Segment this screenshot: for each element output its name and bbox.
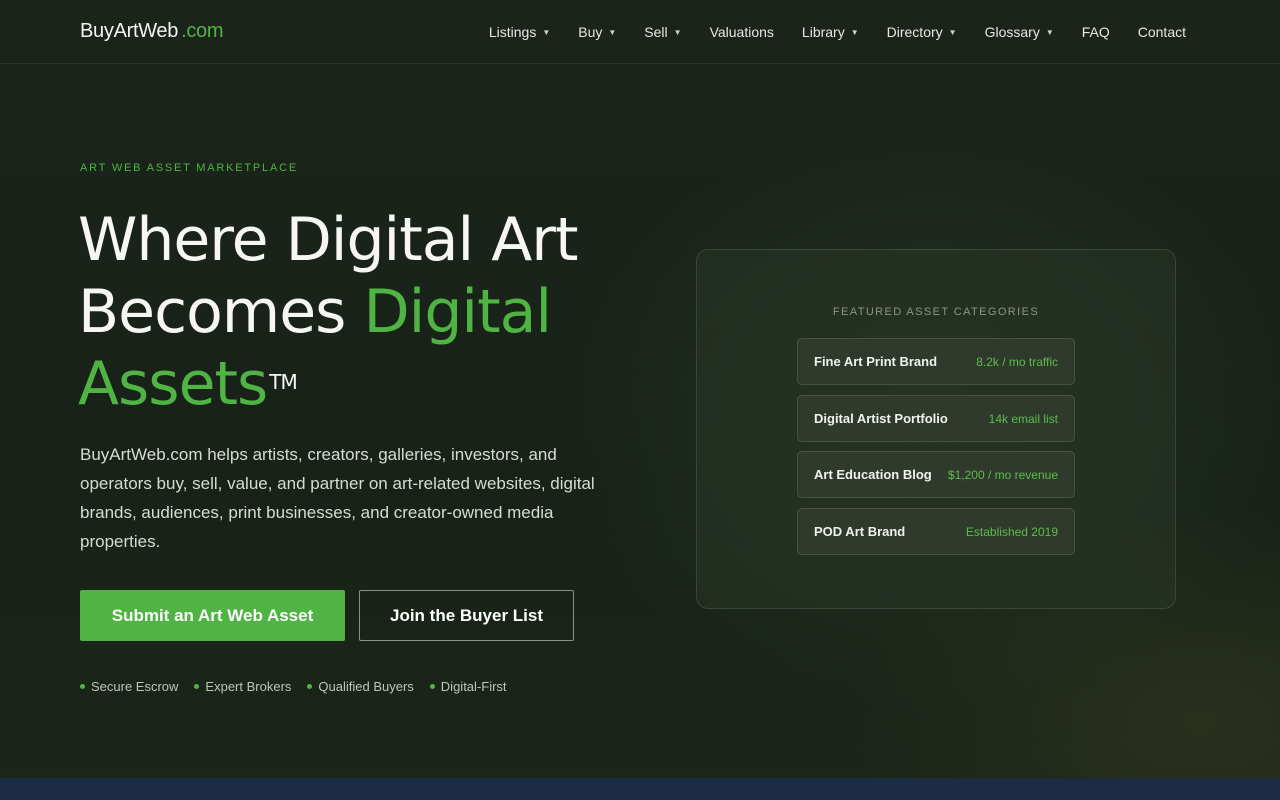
- feature-label: Secure Escrow: [91, 679, 179, 694]
- category-row[interactable]: Fine Art Print Brand 8.2k / mo traffic: [797, 338, 1075, 385]
- category-name: Digital Artist Portfolio: [814, 411, 948, 426]
- chevron-down-icon: ▼: [850, 27, 859, 37]
- site-logo[interactable]: BuyArtWeb .com: [80, 20, 224, 43]
- main-nav: Listings ▼ Buy ▼ Sell ▼ Valuations Library ▼…: [461, 0, 1186, 64]
- bullet-dot-icon: [194, 684, 200, 689]
- category-row[interactable]: Digital Artist Portfolio 14k email list: [797, 395, 1075, 442]
- nav-label: Directory: [886, 24, 943, 40]
- site-header: BuyArtWeb .com Listings ▼ Buy ▼ Sell ▼ Valua…: [0, 0, 1280, 64]
- logo-tld: .com: [181, 20, 224, 42]
- nav-label: Sell: [644, 24, 668, 40]
- nav-item-faq[interactable]: FAQ: [1082, 24, 1110, 40]
- bullet-dot-icon: [429, 684, 435, 689]
- featured-categories-card: FEATURED ASSET CATEGORIES Fine Art Print…: [696, 249, 1176, 609]
- join-buyer-list-button[interactable]: Join the Buyer List: [359, 590, 574, 641]
- nav-label: Library: [801, 24, 845, 40]
- feature-item: Qualified Buyers: [307, 679, 414, 694]
- chevron-down-icon: ▼: [542, 27, 551, 37]
- category-name: POD Art Brand: [814, 524, 906, 539]
- nav-label: FAQ: [1081, 24, 1110, 40]
- feature-item: Secure Escrow: [80, 679, 178, 694]
- category-name: Fine Art Print Brand: [814, 354, 938, 369]
- headline-plain-text: Becomes: [78, 277, 364, 347]
- nav-item-contact[interactable]: Contact: [1138, 24, 1186, 40]
- bullet-dot-icon: [307, 684, 313, 689]
- nav-label: Contact: [1137, 24, 1186, 40]
- category-metric: 8.2k / mo traffic: [976, 354, 1058, 369]
- nav-item-directory[interactable]: Directory ▼: [887, 24, 957, 40]
- nav-label: Valuations: [709, 24, 774, 40]
- category-metric: $1,200 / mo revenue: [947, 467, 1058, 482]
- nav-item-sell[interactable]: Sell ▼: [644, 24, 681, 40]
- hero-description: BuyArtWeb.com helps artists, creators, g…: [80, 445, 595, 551]
- category-metric: 14k email list: [988, 411, 1058, 426]
- feature-label: Expert Brokers: [205, 679, 292, 694]
- category-row[interactable]: Art Education Blog $1,200 / mo revenue: [797, 451, 1075, 498]
- headline-line-2: Becomes Digital: [78, 276, 638, 348]
- category-metric: Established 2019: [965, 524, 1058, 539]
- hero-headline: Where Digital Art Becomes Digital Assets…: [78, 204, 638, 420]
- chevron-down-icon: ▼: [673, 27, 682, 37]
- submit-asset-button[interactable]: Submit an Art Web Asset: [80, 590, 345, 641]
- card-title: FEATURED ASSET CATEGORIES: [832, 306, 1040, 318]
- feature-list: Secure Escrow Expert Brokers Qualified B…: [80, 679, 507, 694]
- feature-item: Digital-First: [429, 679, 507, 694]
- feature-label: Qualified Buyers: [318, 679, 414, 694]
- chevron-down-icon: ▼: [608, 27, 617, 37]
- next-section-band: [0, 778, 1280, 800]
- headline-line-1: Where Digital Art: [78, 205, 579, 275]
- chevron-down-icon: ▼: [948, 27, 957, 37]
- hero-eyebrow: ART WEB ASSET MARKETPLACE: [80, 162, 298, 174]
- headline-accent-text: Assets: [78, 349, 268, 419]
- headline-line-3: Assets TM: [78, 348, 638, 420]
- feature-label: Digital-First: [440, 679, 507, 694]
- nav-label: Glossary: [984, 24, 1040, 40]
- chevron-down-icon: ▼: [1045, 27, 1054, 37]
- feature-item: Expert Brokers: [194, 679, 291, 694]
- nav-item-buy[interactable]: Buy ▼: [578, 24, 616, 40]
- nav-item-valuations[interactable]: Valuations: [710, 24, 774, 40]
- trademark-mark: TM: [269, 370, 298, 394]
- nav-item-glossary[interactable]: Glossary ▼: [985, 24, 1054, 40]
- logo-name: BuyArtWeb: [80, 20, 179, 42]
- category-name: Art Education Blog: [814, 467, 932, 482]
- bullet-dot-icon: [80, 684, 85, 689]
- nav-item-library[interactable]: Library ▼: [802, 24, 859, 40]
- nav-label: Listings: [488, 24, 537, 40]
- nav-label: Buy: [578, 24, 603, 40]
- nav-item-listings[interactable]: Listings ▼: [489, 24, 550, 40]
- headline-accent-text: Digital: [363, 277, 552, 347]
- category-row[interactable]: POD Art Brand Established 2019: [797, 508, 1075, 555]
